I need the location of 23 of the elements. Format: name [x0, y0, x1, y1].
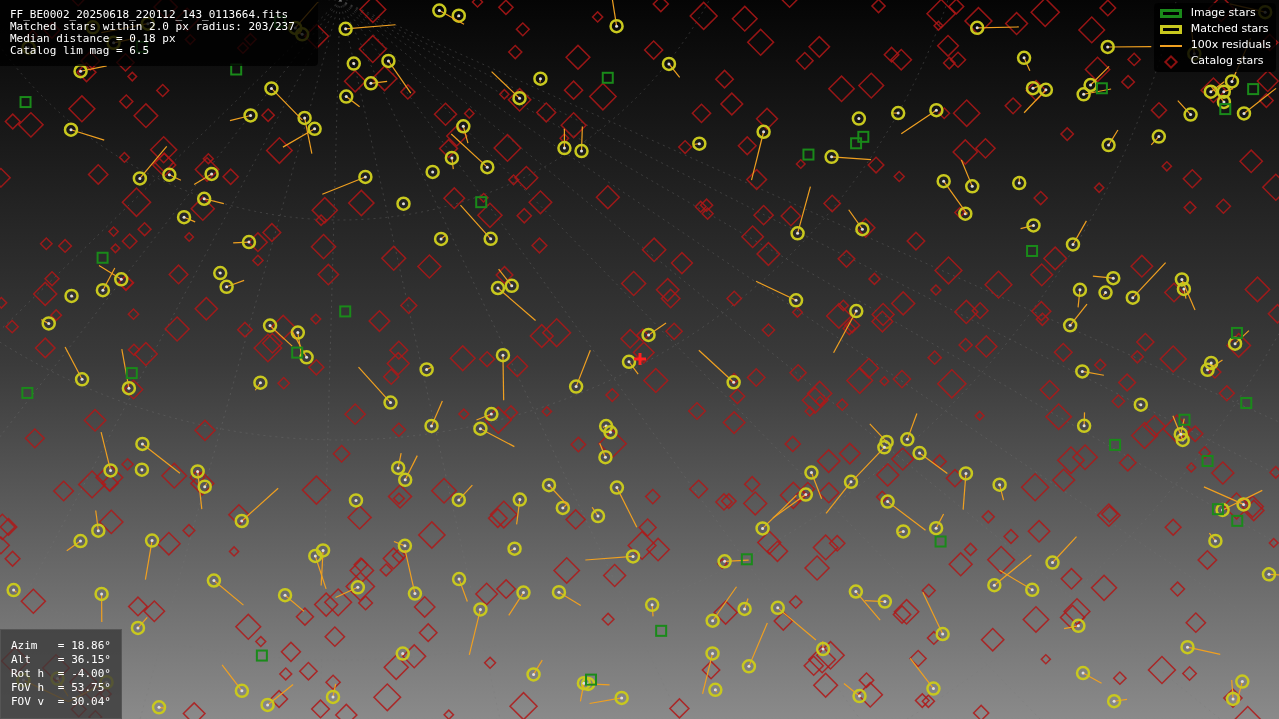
legend-label: Matched stars — [1190, 21, 1269, 38]
pointing-value: 18.86° — [71, 639, 111, 653]
pointing-value: 36.15° — [71, 653, 111, 667]
info-text: FF_BE0002_20250618_220112_143_0113664.fits — [10, 9, 290, 21]
pointing-label: Alt — [11, 653, 32, 667]
equals-sign: = — [57, 667, 66, 681]
legend-label: Catalog stars — [1190, 53, 1264, 70]
info-text: Matched stars within 2.0 px radius: 203/237 — [10, 21, 296, 33]
pointing-label: Rot h — [11, 667, 46, 681]
pointing-label: FOV v — [11, 695, 46, 709]
equals-sign: = — [57, 639, 66, 653]
legend-label: Image stars — [1190, 5, 1256, 22]
pointing-value: -4.00° — [71, 667, 111, 681]
equals-sign: = — [57, 681, 66, 695]
info-text: Median distance = 0.18 px — [10, 33, 177, 45]
pointing-value: 30.04° — [71, 695, 111, 709]
equals-sign: = — [57, 695, 66, 709]
legend-label: 100x residuals — [1190, 37, 1271, 54]
equals-sign: = — [57, 653, 66, 667]
pointing-label: Azim — [11, 639, 39, 653]
pointing-value: 53.75° — [71, 681, 111, 695]
info-text: Catalog lim mag = 6.5 — [10, 45, 151, 57]
pointing-label: FOV h — [11, 681, 46, 695]
